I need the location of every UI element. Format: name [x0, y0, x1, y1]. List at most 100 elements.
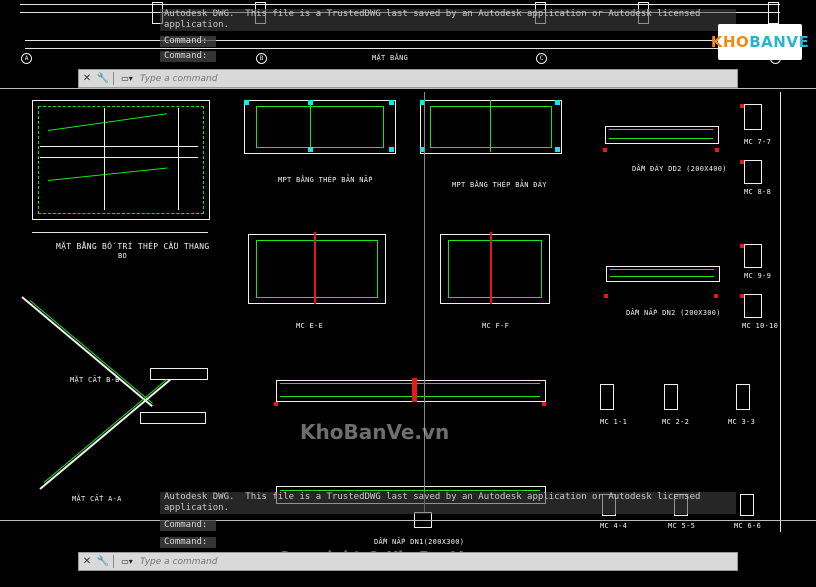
command-input[interactable] [138, 555, 737, 568]
khobanve-logo: KHO BANVE [711, 24, 809, 60]
floor-plan-2-title: MPT BẰNG THÉP BẢN ĐÁY [452, 181, 547, 189]
mc-9-9-title: MC 9-9 [744, 272, 772, 280]
stair-plan-title: MẶT BẰNG BỐ TRÍ THÉP CẦU THANG [56, 242, 210, 251]
beam-dd2-title: DẦM ĐÁY DD2 (200X400) [632, 165, 727, 173]
top-column [768, 2, 779, 24]
logo-part-banve: BANVE [749, 33, 810, 51]
beam-rebar [610, 276, 714, 277]
beam-rebar [280, 396, 540, 397]
mc-7-7-title: MC 7-7 [744, 138, 772, 146]
command-prompt-icon[interactable]: ▭▾ [116, 555, 138, 568]
support-mark [274, 402, 278, 406]
grid-marker-a: A [21, 53, 32, 64]
command-history-line: Command: [160, 36, 216, 47]
floor-plan-2-inner [430, 106, 552, 148]
section-1010-shape [744, 294, 762, 318]
command-bar-bottom[interactable]: ✕ 🔧 ▭▾ [78, 552, 738, 571]
stair-landing [40, 146, 198, 158]
stair-slab-bb [21, 296, 153, 408]
command-input[interactable] [138, 72, 737, 85]
sheet-border [780, 92, 781, 532]
command-history-message: Autodesk DWG. This file is a TrustedDWG … [160, 9, 736, 31]
section-77-shape [744, 104, 762, 130]
top-beam-line [20, 4, 780, 5]
beam-rebar [610, 269, 714, 270]
dimension-line [32, 232, 208, 233]
section-bb-title: MẶT CẮT B-B [70, 376, 120, 384]
viewport-separator [0, 88, 816, 89]
wrench-icon[interactable]: 🔧 [95, 554, 111, 569]
stair-rebar [104, 108, 105, 210]
command-history-message: Autodesk DWG. This file is a TrustedDWG … [160, 492, 736, 514]
section-red-mark [740, 160, 744, 164]
stair-rebar [178, 108, 179, 210]
grid-marker-c: C [536, 53, 547, 64]
section-red-mark [740, 104, 744, 108]
section-red-mark [740, 294, 744, 298]
stair-landing-aa [140, 412, 206, 424]
section-99-shape [744, 244, 762, 268]
stair-landing-bb [150, 368, 208, 380]
mc-1-1-title: MC 1-1 [600, 418, 628, 426]
grid-marker-b: B [256, 53, 267, 64]
floor-plan-1-inner [256, 106, 384, 148]
stair-rebar-aa [43, 379, 167, 483]
mc-6-6-title: MC 6-6 [734, 522, 762, 530]
toolbar-separator [113, 555, 114, 568]
wrench-icon[interactable]: 🔧 [95, 71, 111, 86]
section-33-shape [736, 384, 750, 410]
top-section-title: MẶT BẰNG [372, 54, 409, 62]
column-mark [389, 100, 394, 105]
dimension-line [25, 48, 777, 49]
dimension-line [25, 40, 777, 41]
section-ee-title: MC E-E [296, 322, 324, 330]
stair-plan-subtitle: BO [118, 252, 128, 260]
column-mark [555, 100, 560, 105]
beam-dn2-title: DẦM NẮP DN2 (200X300) [626, 309, 721, 317]
support-mark [412, 378, 417, 402]
column-mark [244, 100, 249, 105]
beam-rebar [280, 490, 540, 491]
mc-3-3-title: MC 3-3 [728, 418, 756, 426]
section-ff-inner [448, 240, 542, 298]
mc-10-10-title: MC 10-10 [742, 322, 779, 330]
stair-plan-inner [38, 106, 204, 214]
mc-8-8-title: MC 8-8 [744, 188, 772, 196]
floor-plan-1-title: MPT BẰNG THÉP BẢN NẮP [278, 176, 373, 184]
section-ee-inner [256, 240, 378, 298]
mc-5-5-title: MC 5-5 [668, 522, 696, 530]
column-mark [308, 100, 313, 105]
floor-plan-rebar [310, 100, 311, 152]
beam-rebar [609, 138, 713, 139]
command-prompt-icon[interactable]: ▭▾ [116, 72, 138, 85]
support-mark [604, 294, 608, 298]
support-mark [603, 148, 607, 152]
stair-slab-aa [39, 378, 171, 490]
section-11-shape [600, 384, 614, 410]
mc-4-4-title: MC 4-4 [600, 522, 628, 530]
column-mark [389, 147, 394, 152]
column-mark [555, 147, 560, 152]
support-mark [715, 148, 719, 152]
command-history-line: Command: [160, 537, 216, 548]
beam-dn1-title: DẦM NẮP DN1(200X300) [374, 538, 465, 546]
section-red-bar [314, 232, 316, 304]
logo-part-kho: KHO [710, 33, 750, 51]
floor-plan-rebar [490, 100, 491, 152]
center-watermark: KhoBanVe.vn [300, 420, 450, 444]
column-mark [308, 147, 313, 152]
close-icon[interactable]: ✕ [79, 71, 95, 86]
section-88-shape [744, 160, 762, 184]
section-red-mark [740, 244, 744, 248]
section-22-shape [664, 384, 678, 410]
guide-line [424, 92, 425, 512]
support-mark [542, 402, 546, 406]
section-ff-title: MC F-F [482, 322, 510, 330]
section-66-shape [740, 494, 754, 516]
command-history-line: Command: [160, 520, 216, 531]
command-bar-top[interactable]: ✕ 🔧 ▭▾ [78, 69, 738, 88]
toolbar-separator [113, 72, 114, 85]
section-red-bar [490, 232, 492, 304]
close-icon[interactable]: ✕ [79, 554, 95, 569]
section-aa-title: MẶT CẮT A-A [72, 495, 122, 503]
